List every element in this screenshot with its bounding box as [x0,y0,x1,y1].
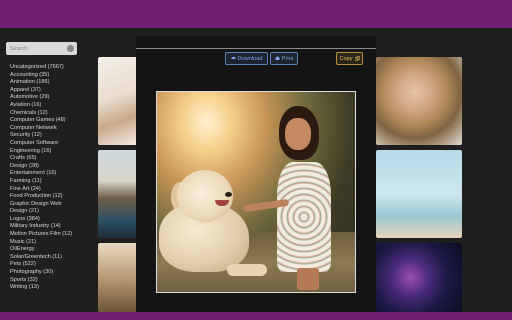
category-item[interactable]: Apparel (37) [10,87,94,95]
category-item[interactable]: Logos (384) [10,216,94,224]
gallery-thumbnail[interactable] [376,150,462,238]
category-item[interactable]: Motion Pictures Film (12) [10,231,94,239]
gallery-thumbnail[interactable] [376,243,462,312]
image-preview-modal: Download Print Copy [136,36,376,312]
category-item[interactable]: OilEnergy [10,246,94,254]
category-item[interactable]: Automotive (29) [10,94,94,102]
category-item[interactable]: Chemicals (12) [10,110,94,118]
category-item[interactable]: Photography (30) [10,269,94,277]
category-item[interactable]: Aviation (16) [10,102,94,110]
category-item[interactable]: Security (12) [10,132,94,140]
category-item[interactable]: Entertainment (16) [10,170,94,178]
category-item[interactable]: Crafts (65) [10,155,94,163]
category-item[interactable]: Solar/Greentech (11) [10,254,94,262]
category-item[interactable]: Accounting (35) [10,72,94,80]
bottom-bar [0,312,512,320]
dog-paws-shape [227,264,267,276]
category-item[interactable]: Engineering (16) [10,148,94,156]
dog-head-shape [177,170,233,222]
dog-nose-shape [225,192,232,197]
category-item[interactable]: Farming (11) [10,178,94,186]
category-item[interactable]: Pets (522) [10,261,94,269]
cloud-download-icon [230,56,236,59]
copy-label: Copy [339,55,353,62]
category-item[interactable]: Computer Games (48) [10,117,94,125]
gallery-thumbnail[interactable] [98,243,140,312]
category-list: Uncategorized (7667) Accounting (35) Ani… [10,64,94,292]
category-item[interactable]: Design (21) [10,208,94,216]
search-input[interactable] [6,42,66,55]
category-item[interactable]: Food Production (12) [10,193,94,201]
printer-icon [275,56,280,60]
search-box[interactable] [6,42,77,55]
category-item[interactable]: Military Industry (14) [10,223,94,231]
copy-icon [354,56,360,61]
gallery-thumbnail[interactable] [376,57,462,145]
category-item[interactable]: Sports (32) [10,277,94,285]
print-button[interactable]: Print [270,52,298,65]
gallery-thumbnail[interactable] [98,57,140,145]
download-button[interactable]: Download [225,52,268,65]
gallery-thumbnail[interactable] [98,150,140,238]
preview-image [156,91,356,293]
download-label: Download [237,55,263,62]
category-item[interactable]: Music (21) [10,239,94,247]
print-label: Print [281,55,294,62]
category-item[interactable]: Uncategorized (7667) [10,64,94,72]
category-item[interactable]: Computer Network [10,125,94,133]
category-item[interactable]: Writing (13) [10,284,94,292]
category-item[interactable]: Animation (186) [10,79,94,87]
copy-button[interactable]: Copy [336,52,363,65]
category-item[interactable]: Computer Software [10,140,94,148]
modal-divider [136,48,376,49]
category-item[interactable]: Design (28) [10,163,94,171]
category-item[interactable]: Graphic Design Web [10,201,94,209]
top-bar [0,0,512,28]
girl-legs-shape [297,268,319,290]
girl-face-shape [285,118,311,150]
category-item[interactable]: Fine Art (24) [10,186,94,194]
girl-dress-shape [277,162,331,272]
search-icon[interactable] [67,45,74,52]
